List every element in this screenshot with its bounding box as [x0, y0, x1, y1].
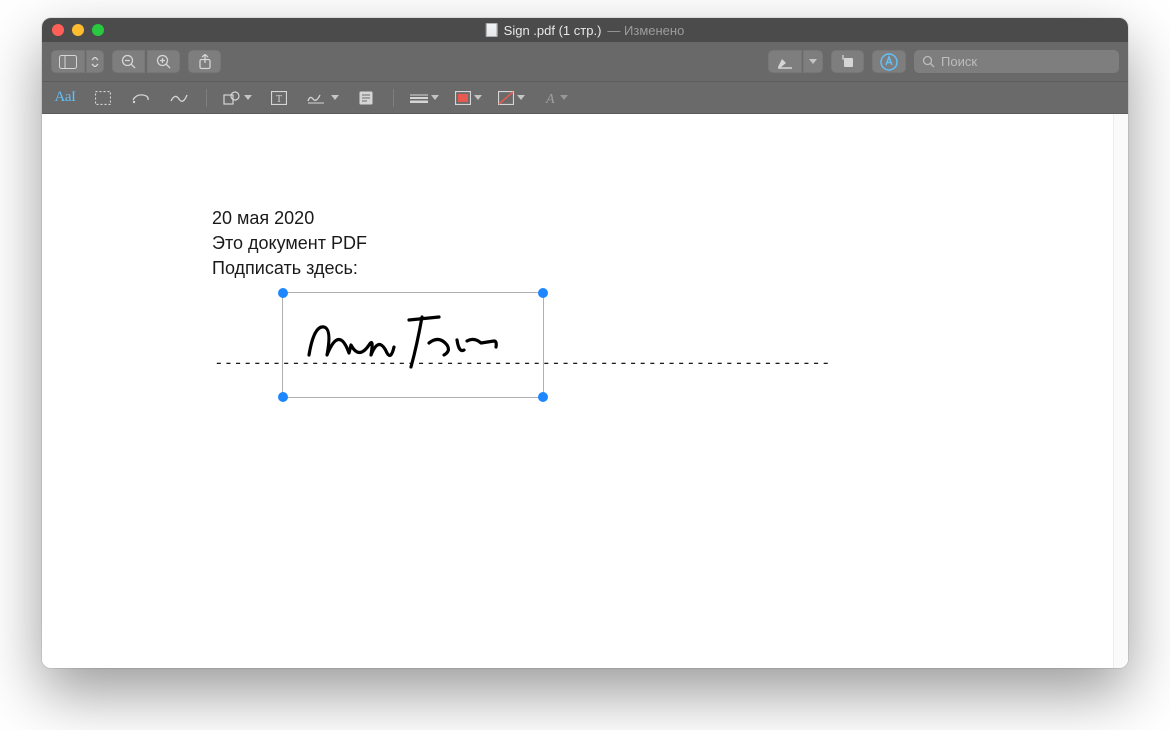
share-button[interactable] [188, 50, 221, 73]
resize-handle-tr[interactable] [538, 288, 548, 298]
main-toolbar: Поиск [42, 42, 1128, 81]
chevron-down-icon [244, 95, 252, 100]
sketch-button[interactable] [168, 87, 190, 109]
text-button[interactable]: T [268, 87, 290, 109]
sign-dropdown[interactable] [306, 87, 339, 109]
separator [206, 89, 207, 107]
document-icon [486, 23, 498, 37]
chevron-down-icon [474, 95, 482, 100]
resize-handle-tl[interactable] [278, 288, 288, 298]
rect-select-button[interactable] [92, 87, 114, 109]
svg-text:A: A [545, 92, 555, 105]
text-style-label: AaI [55, 89, 76, 106]
fill-color-dropdown[interactable] [498, 87, 525, 109]
chevron-down-icon [431, 95, 439, 100]
svg-text:T: T [276, 94, 282, 105]
text-style-button[interactable]: AaI [54, 87, 76, 109]
rotate-button[interactable] [831, 50, 864, 73]
title-status: — Изменено [607, 23, 684, 38]
titlebar: Sign .pdf (1 стр.) — Изменено [42, 18, 1128, 42]
search-placeholder: Поиск [941, 54, 977, 69]
document-viewport[interactable]: 20 мая 2020 Это документ PDF Подписать з… [42, 114, 1128, 668]
doc-line-2: Это документ PDF [212, 231, 367, 256]
shapes-dropdown[interactable] [223, 87, 252, 109]
markup-toolbar: AaI T [42, 81, 1128, 114]
line-style-dropdown[interactable] [410, 87, 439, 109]
view-mode-button[interactable] [51, 50, 85, 73]
highlight-button[interactable] [768, 50, 802, 73]
title-text: Sign .pdf (1 стр.) [504, 23, 602, 38]
fullscreen-window-button[interactable] [92, 24, 104, 36]
markup-toggle-button[interactable] [872, 50, 906, 73]
chevron-down-icon [809, 59, 817, 64]
signature-selection[interactable] [282, 292, 544, 398]
signature-image[interactable] [299, 305, 529, 385]
search-icon [922, 55, 935, 68]
chevron-down-icon [560, 95, 568, 100]
view-mode-dropdown[interactable] [86, 50, 104, 73]
resize-handle-br[interactable] [538, 392, 548, 402]
chevron-down-icon [517, 95, 525, 100]
separator [393, 89, 394, 107]
vertical-scrollbar[interactable] [1113, 114, 1128, 668]
zoom-out-button[interactable] [112, 50, 145, 73]
stroke-color-dropdown[interactable] [455, 87, 482, 109]
font-style-dropdown[interactable]: A [541, 87, 568, 109]
lasso-select-button[interactable] [130, 87, 152, 109]
close-window-button[interactable] [52, 24, 64, 36]
window-controls [52, 24, 104, 36]
window-title: Sign .pdf (1 стр.) — Изменено [486, 23, 685, 38]
doc-date: 20 мая 2020 [212, 206, 367, 231]
search-field[interactable]: Поиск [914, 50, 1119, 73]
document-text-block: 20 мая 2020 Это документ PDF Подписать з… [212, 206, 367, 282]
resize-handle-bl[interactable] [278, 392, 288, 402]
minimize-window-button[interactable] [72, 24, 84, 36]
preview-window: Sign .pdf (1 стр.) — Изменено [42, 18, 1128, 668]
highlight-dropdown[interactable] [803, 50, 823, 73]
note-button[interactable] [355, 87, 377, 109]
doc-line-3: Подписать здесь: [212, 256, 367, 281]
zoom-in-button[interactable] [147, 50, 180, 73]
chevron-down-icon [331, 95, 339, 100]
